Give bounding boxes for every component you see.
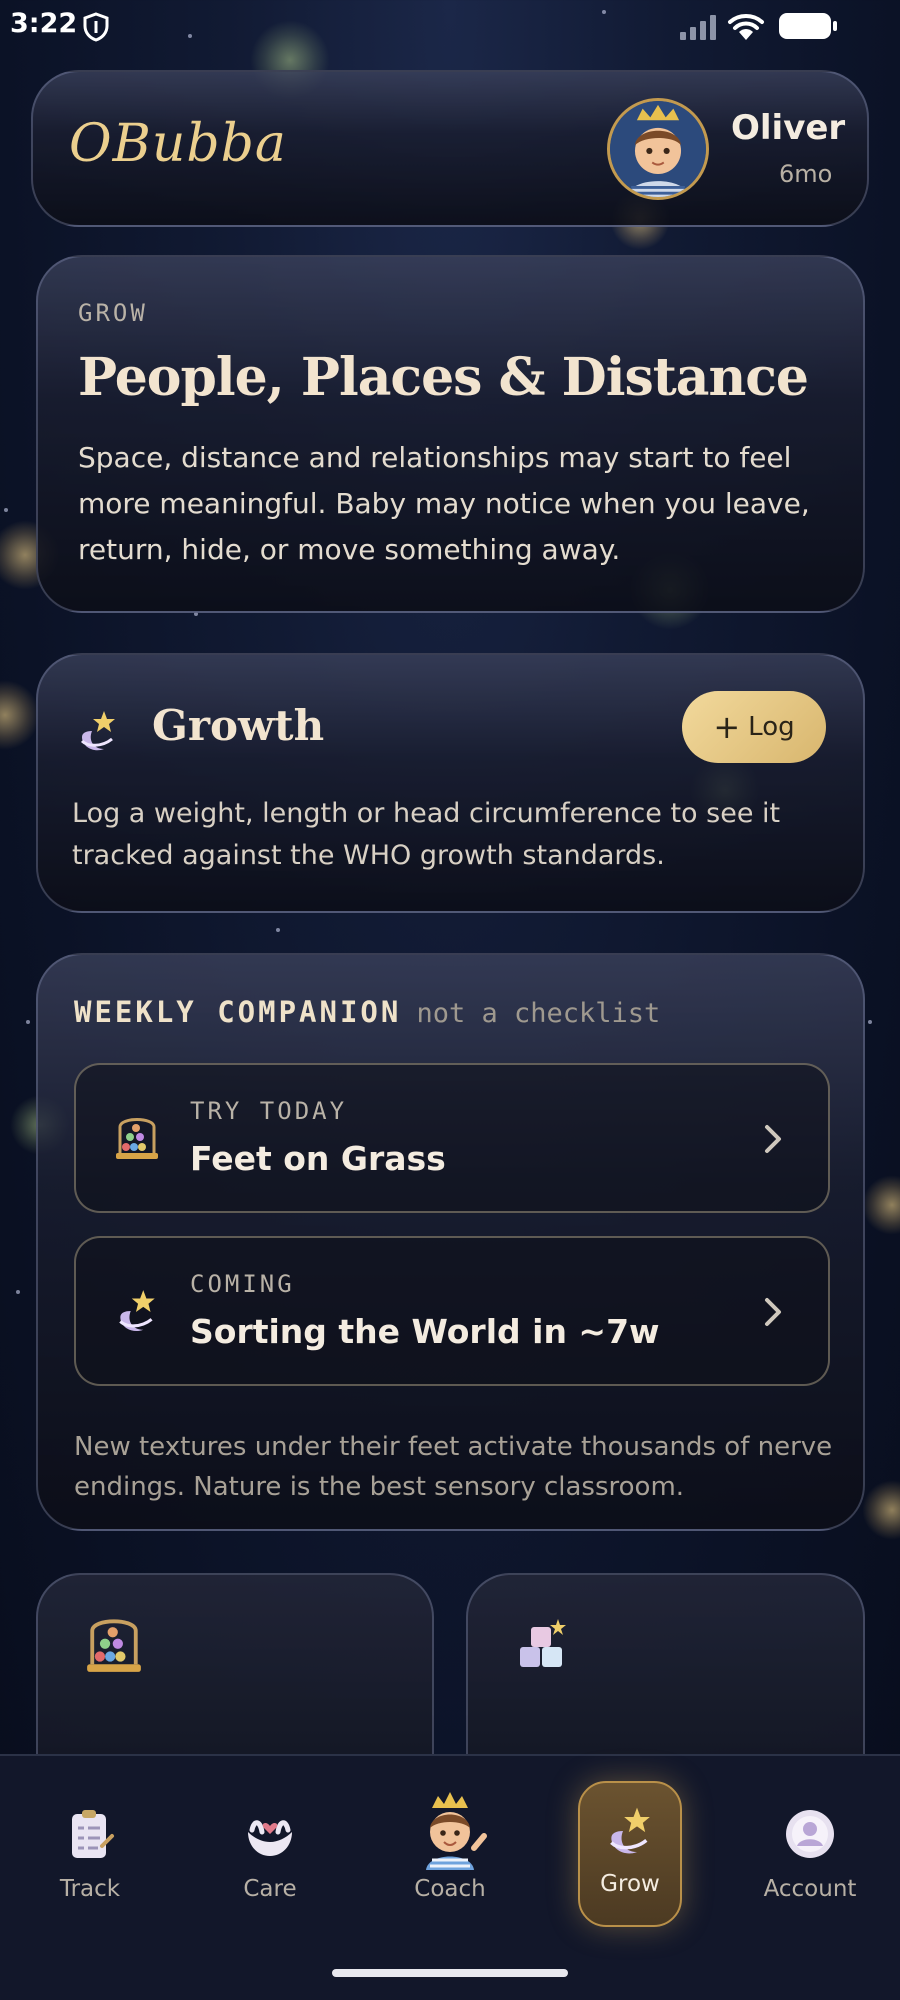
abacus-icon bbox=[87, 1619, 141, 1672]
background-glow bbox=[0, 680, 40, 750]
activity-title: Feet on Grass bbox=[190, 1139, 446, 1178]
bottom-nav: Track Care Coach Grow Account bbox=[0, 1754, 900, 2000]
child-age: 6mo bbox=[779, 160, 833, 188]
background-star bbox=[868, 1020, 872, 1024]
activity-kicker: COMING bbox=[190, 1270, 295, 1298]
blocks-icon bbox=[520, 1619, 566, 1667]
weekly-subtitle: not a checklist bbox=[416, 998, 661, 1029]
battery-icon bbox=[779, 13, 837, 39]
log-growth-button[interactable]: + Log bbox=[682, 691, 826, 763]
nav-item-coach[interactable]: Coach bbox=[385, 1786, 515, 1906]
signal-icon bbox=[680, 15, 716, 40]
nav-item-grow[interactable]: Grow bbox=[578, 1781, 682, 1927]
abacus-icon bbox=[116, 1118, 158, 1159]
nav-label: Grow bbox=[600, 1871, 660, 1897]
background-star bbox=[16, 1290, 20, 1294]
chevron-right-icon bbox=[765, 1298, 781, 1326]
plus-icon: + bbox=[713, 708, 741, 746]
heart-hands-icon bbox=[248, 1820, 292, 1856]
nav-label: Care bbox=[243, 1876, 297, 1902]
shield-icon bbox=[83, 12, 109, 42]
moon-star-icon bbox=[610, 1807, 650, 1854]
home-indicator[interactable] bbox=[332, 1969, 568, 1977]
background-star bbox=[276, 928, 280, 932]
activity-try-today[interactable]: TRY TODAY Feet on Grass bbox=[74, 1063, 830, 1213]
moon-star-icon bbox=[119, 1290, 155, 1332]
activity-title: Sorting the World in ~7w bbox=[190, 1312, 660, 1351]
status-time: 3:22 bbox=[10, 8, 78, 39]
nav-item-track[interactable]: Track bbox=[25, 1796, 155, 1916]
nav-label: Track bbox=[59, 1876, 121, 1902]
background-glow bbox=[862, 1480, 900, 1540]
nav-label: Account bbox=[763, 1876, 857, 1902]
baby-avatar-icon[interactable] bbox=[607, 98, 709, 200]
baby-coach-icon bbox=[426, 1792, 487, 1870]
account-icon bbox=[786, 1810, 834, 1858]
growth-title: Growth bbox=[152, 701, 325, 750]
nav-item-care[interactable]: Care bbox=[205, 1796, 335, 1916]
clipboard-icon bbox=[72, 1810, 114, 1858]
growth-card: Growth + Log Log a weight, length or hea… bbox=[36, 653, 865, 913]
nav-item-account[interactable]: Account bbox=[745, 1796, 875, 1916]
weekly-heading: WEEKLY COMPANION not a checklist bbox=[74, 995, 660, 1029]
nav-label: Coach bbox=[414, 1876, 486, 1902]
weekly-companion-card: WEEKLY COMPANION not a checklist TRY TOD… bbox=[36, 953, 865, 1531]
section-eyebrow: GROW bbox=[78, 299, 148, 327]
app-logo: OBubba bbox=[69, 114, 287, 174]
weekly-title: WEEKLY COMPANION bbox=[74, 995, 402, 1029]
feature-tile[interactable] bbox=[466, 1573, 865, 1773]
child-name: Oliver bbox=[731, 108, 846, 148]
weekly-tip: New textures under their feet activate t… bbox=[74, 1432, 833, 1502]
background-star bbox=[26, 1020, 30, 1024]
log-button-label: Log bbox=[748, 712, 795, 742]
stage-title: People, Places & Distance bbox=[78, 347, 809, 408]
stage-description: Space, distance and relationships may st… bbox=[78, 441, 810, 566]
chevron-right-icon bbox=[765, 1125, 781, 1153]
wifi-icon bbox=[728, 14, 764, 40]
growth-description: Log a weight, length or head circumferen… bbox=[72, 798, 781, 871]
stage-hero-card: GROW People, Places & Distance Space, di… bbox=[36, 255, 865, 613]
activity-kicker: TRY TODAY bbox=[190, 1097, 348, 1125]
activity-coming[interactable]: COMING Sorting the World in ~7w bbox=[74, 1236, 830, 1386]
app-header: OBubba Oliver 6mo bbox=[31, 70, 869, 227]
background-glow bbox=[862, 1175, 900, 1235]
moon-star-icon bbox=[80, 711, 115, 751]
status-bar: 3:22 bbox=[0, 0, 900, 52]
feature-tile[interactable] bbox=[36, 1573, 434, 1773]
background-star bbox=[4, 508, 8, 512]
